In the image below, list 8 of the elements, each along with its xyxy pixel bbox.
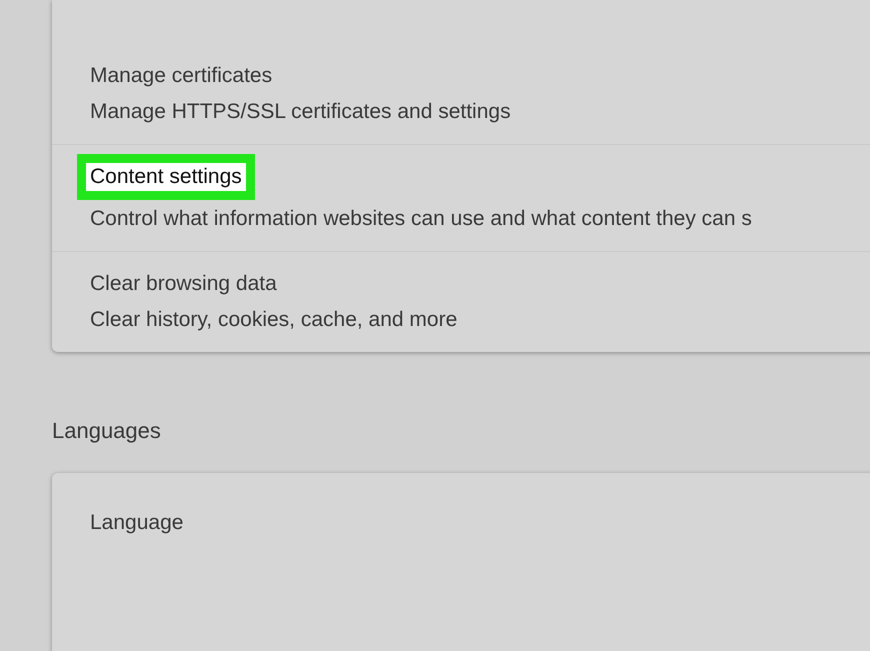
setting-description: Control what information websites can use and what content they can s xyxy=(90,206,753,232)
setting-title[interactable]: Manage certificates xyxy=(90,62,272,90)
setting-title[interactable]: Language xyxy=(90,509,184,537)
setting-description: Clear history, cookies, cache, and more xyxy=(90,307,458,333)
setting-description: Manage HTTPS/SSL certificates and settings xyxy=(90,99,512,125)
section-heading: Languages xyxy=(52,417,162,445)
highlighted-setting-title[interactable]: Content settings xyxy=(86,163,246,191)
setting-title[interactable]: Clear browsing data xyxy=(90,270,277,298)
